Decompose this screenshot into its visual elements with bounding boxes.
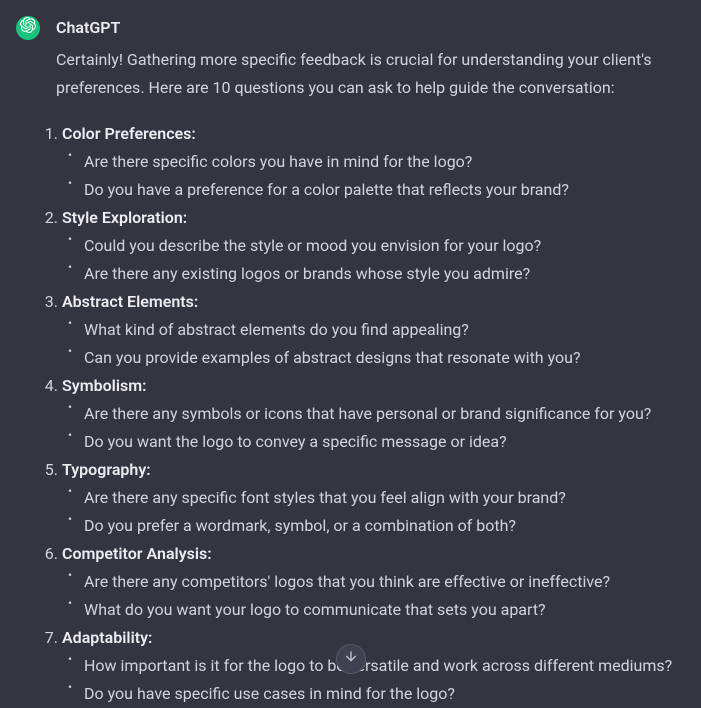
- assistant-message: ChatGPT Certainly! Gathering more specif…: [0, 0, 701, 708]
- section-title: Symbolism:: [62, 376, 146, 395]
- sub-list: Are there specific colors you have in mi…: [62, 148, 685, 204]
- section-title: Style Exploration:: [62, 208, 187, 227]
- sub-list-item: How important is it for the logo to be v…: [84, 652, 685, 680]
- sub-list-item: Are there any symbols or icons that have…: [84, 400, 685, 428]
- sub-list: Are there any competitors' logos that yo…: [62, 568, 685, 624]
- openai-logo-icon: [20, 14, 36, 42]
- sub-list: Are there any specific font styles that …: [62, 484, 685, 540]
- sub-list-item: Do you have specific use cases in mind f…: [84, 680, 685, 708]
- assistant-name: ChatGPT: [56, 14, 685, 42]
- sub-list: Are there any symbols or icons that have…: [62, 400, 685, 456]
- sub-list-item: Do you want the logo to convey a specifi…: [84, 428, 685, 456]
- sub-list-item: Are there any existing logos or brands w…: [84, 260, 685, 288]
- sub-list-item: Can you provide examples of abstract des…: [84, 344, 685, 372]
- sub-list-item: Are there any competitors' logos that yo…: [84, 568, 685, 596]
- list-item: Abstract Elements: What kind of abstract…: [38, 288, 685, 372]
- list-item: Color Preferences: Are there specific co…: [38, 120, 685, 204]
- sub-list-item: Do you prefer a wordmark, symbol, or a c…: [84, 512, 685, 540]
- message-content: ChatGPT Certainly! Gathering more specif…: [56, 14, 685, 708]
- sub-list-item: Could you describe the style or mood you…: [84, 232, 685, 260]
- section-title: Abstract Elements:: [62, 292, 198, 311]
- list-item: Competitor Analysis: Are there any compe…: [38, 540, 685, 624]
- message-intro: Certainly! Gathering more specific feedb…: [56, 46, 685, 102]
- arrow-down-icon: [343, 645, 359, 673]
- section-title: Competitor Analysis:: [62, 544, 212, 563]
- sub-list: Could you describe the style or mood you…: [62, 232, 685, 288]
- section-title: Typography:: [62, 460, 151, 479]
- question-list: Color Preferences: Are there specific co…: [38, 120, 685, 708]
- sub-list-item: Do you have a preference for a color pal…: [84, 176, 685, 204]
- sub-list-item: Are there specific colors you have in mi…: [84, 148, 685, 176]
- section-title: Adaptability:: [62, 628, 152, 647]
- sub-list-item: What do you want your logo to communicat…: [84, 596, 685, 624]
- assistant-avatar: [16, 16, 40, 40]
- sub-list: What kind of abstract elements do you fi…: [62, 316, 685, 372]
- sub-list-item: What kind of abstract elements do you fi…: [84, 316, 685, 344]
- list-item: Symbolism: Are there any symbols or icon…: [38, 372, 685, 456]
- list-item: Style Exploration: Could you describe th…: [38, 204, 685, 288]
- list-item: Typography: Are there any specific font …: [38, 456, 685, 540]
- sub-list-item: Are there any specific font styles that …: [84, 484, 685, 512]
- scroll-to-bottom-button[interactable]: [336, 644, 366, 674]
- section-title: Color Preferences:: [62, 124, 196, 143]
